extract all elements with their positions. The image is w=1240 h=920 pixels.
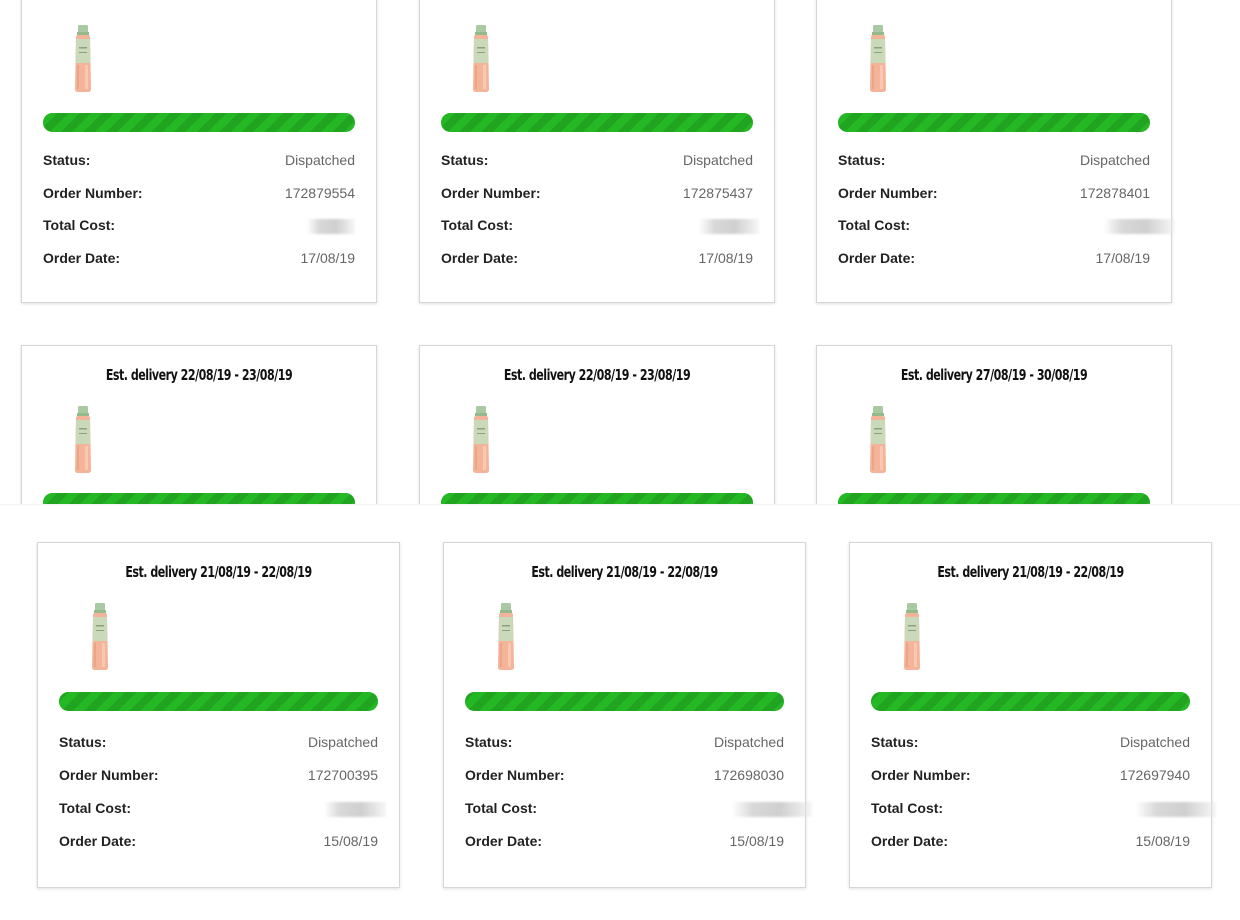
order-number-label: Order Number: xyxy=(465,767,565,783)
total-cost-label: Total Cost: xyxy=(871,800,944,816)
order-card[interactable]: Est. delivery 21/08/19 - 22/08/19 Status… xyxy=(443,542,812,888)
toner-bottle-icon xyxy=(89,603,111,671)
estimated-delivery: Est. delivery 27/08/19 - 30/08/19 xyxy=(900,366,1088,384)
order-date-value: 15/08/19 xyxy=(1135,833,1191,849)
order-number-label: Order Number: xyxy=(59,767,159,783)
progress-bar xyxy=(871,692,1190,711)
total-cost-row: Total Cost: xyxy=(871,800,1216,820)
estimated-delivery: Est. delivery 21/08/19 - 22/08/19 xyxy=(125,563,312,581)
status-label: Status: xyxy=(465,734,513,750)
redacted-total-cost xyxy=(1136,802,1216,817)
toner-bottle-icon xyxy=(470,406,492,474)
estimated-delivery: Est. delivery 21/08/19 - 22/08/19 xyxy=(937,563,1124,581)
order-card[interactable]: Est. delivery 22/08/19 - 23/08/19 xyxy=(21,345,377,505)
order-date-row: Order Date: 15/08/19 xyxy=(871,833,1190,853)
order-date-value: 15/08/19 xyxy=(323,833,379,849)
order-date-label: Order Date: xyxy=(871,833,949,849)
order-number-row: Order Number: 172700395 xyxy=(59,767,378,787)
estimated-delivery: Est. delivery 22/08/19 - 23/08/19 xyxy=(105,366,293,384)
order-date-value: 15/08/19 xyxy=(729,833,785,849)
status-label: Status: xyxy=(871,734,919,750)
status-value: Dispatched xyxy=(1119,734,1190,750)
order-date-label: Order Date: xyxy=(465,833,543,849)
order-date-label: Order Date: xyxy=(59,833,137,849)
screenshot-seam xyxy=(0,504,1240,506)
toner-bottle-icon xyxy=(72,406,94,474)
order-date-row: Order Date: 15/08/19 xyxy=(465,833,784,853)
toner-bottle-icon xyxy=(495,603,517,671)
status-value: Dispatched xyxy=(307,734,378,750)
middle-row-clip: Est. delivery 22/08/19 - 23/08/19 Est. d… xyxy=(0,0,1240,505)
order-number-row: Order Number: 172698030 xyxy=(465,767,784,787)
toner-bottle-icon xyxy=(901,603,923,671)
order-number-value: 172698030 xyxy=(713,767,784,783)
estimated-delivery: Est. delivery 21/08/19 - 22/08/19 xyxy=(531,563,718,581)
order-date-row: Order Date: 15/08/19 xyxy=(59,833,378,853)
order-card[interactable]: Est. delivery 22/08/19 - 23/08/19 xyxy=(419,345,775,505)
progress-bar xyxy=(465,692,784,711)
order-number-value: 172697940 xyxy=(1119,767,1190,783)
total-cost-label: Total Cost: xyxy=(465,800,538,816)
status-row: Status: Dispatched xyxy=(465,734,784,754)
status-label: Status: xyxy=(59,734,107,750)
order-number-value: 172700395 xyxy=(307,767,378,783)
total-cost-label: Total Cost: xyxy=(59,800,132,816)
order-card[interactable]: Est. delivery 27/08/19 - 30/08/19 xyxy=(816,345,1172,505)
order-card[interactable]: Est. delivery 21/08/19 - 22/08/19 Status… xyxy=(37,542,400,888)
toner-bottle-icon xyxy=(867,406,889,474)
status-row: Status: Dispatched xyxy=(59,734,378,754)
status-row: Status: Dispatched xyxy=(871,734,1190,754)
progress-bar xyxy=(59,692,378,711)
redacted-total-cost xyxy=(324,802,386,817)
order-number-label: Order Number: xyxy=(871,767,971,783)
order-number-row: Order Number: 172697940 xyxy=(871,767,1190,787)
estimated-delivery: Est. delivery 22/08/19 - 23/08/19 xyxy=(503,366,691,384)
total-cost-row: Total Cost: xyxy=(465,800,812,820)
status-value: Dispatched xyxy=(713,734,784,750)
total-cost-row: Total Cost: xyxy=(59,800,386,820)
redacted-total-cost xyxy=(732,802,812,817)
order-card[interactable]: Est. delivery 21/08/19 - 22/08/19 Status… xyxy=(849,542,1216,888)
